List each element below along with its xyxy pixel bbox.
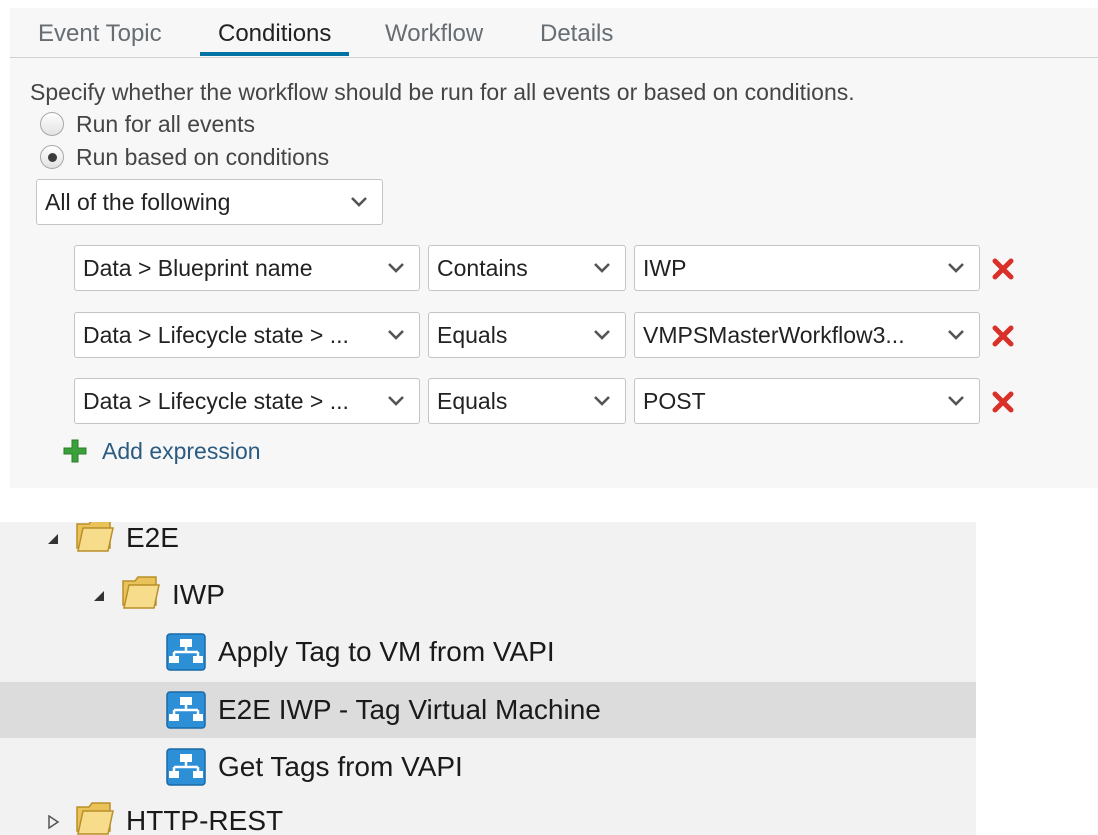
tree-item-label: E2E IWP - Tag Virtual Machine bbox=[218, 694, 601, 725]
tab-details[interactable]: Details bbox=[522, 18, 631, 56]
condition-field-value: Data > Lifecycle state > ... bbox=[83, 322, 349, 348]
subscription-editor-panel: Event Topic Conditions Workflow Details … bbox=[10, 8, 1098, 488]
chevron-down-icon bbox=[594, 396, 610, 406]
condition-field-select[interactable]: Data > Lifecycle state > ... bbox=[74, 312, 420, 358]
condition-operator-select[interactable]: Equals bbox=[428, 312, 626, 358]
chevron-down-icon bbox=[948, 263, 964, 273]
tree-item-workflow-selected[interactable]: E2E IWP - Tag Virtual Machine bbox=[0, 682, 976, 738]
chevron-down-icon bbox=[351, 197, 367, 207]
workflow-icon bbox=[166, 748, 206, 786]
workflow-icon bbox=[166, 691, 206, 729]
radio-button[interactable] bbox=[40, 112, 64, 136]
match-mode-select[interactable]: All of the following bbox=[36, 179, 383, 225]
tab-conditions[interactable]: Conditions bbox=[200, 18, 350, 56]
tree-node-label: E2E bbox=[126, 522, 179, 553]
chevron-down-icon bbox=[594, 330, 610, 340]
radio-label: Run for all events bbox=[76, 110, 255, 137]
condition-field-select[interactable]: Data > Blueprint name bbox=[74, 245, 420, 291]
workflow-icon bbox=[166, 633, 206, 671]
tab-bar: Event Topic Conditions Workflow Details bbox=[10, 8, 1098, 58]
match-mode-value: All of the following bbox=[45, 189, 231, 215]
condition-operator-select[interactable]: Contains bbox=[428, 245, 626, 291]
tab-workflow[interactable]: Workflow bbox=[367, 18, 501, 56]
plus-icon bbox=[63, 439, 87, 463]
condition-value-select[interactable]: IWP bbox=[634, 245, 980, 291]
folder-icon bbox=[122, 576, 160, 609]
chevron-down-icon bbox=[388, 396, 404, 406]
radio-button-selected[interactable] bbox=[40, 145, 64, 169]
folder-icon bbox=[76, 522, 114, 552]
tree-item-workflow[interactable]: Get Tags from VAPI bbox=[0, 739, 976, 795]
radio-run-based-on-conditions[interactable]: Run based on conditions bbox=[40, 142, 329, 172]
condition-operator-select[interactable]: Equals bbox=[428, 378, 626, 424]
chevron-down-icon bbox=[594, 263, 610, 273]
chevron-down-icon bbox=[388, 330, 404, 340]
condition-value: VMPSMasterWorkflow3... bbox=[643, 322, 905, 348]
remove-condition-icon[interactable] bbox=[991, 257, 1015, 281]
tree-node-e2e[interactable]: E2E bbox=[0, 522, 976, 566]
radio-label: Run based on conditions bbox=[76, 143, 330, 170]
workflow-tree: E2E IWP Apply Tag to VM from VAPI E2E IW… bbox=[0, 522, 976, 835]
condition-value: IWP bbox=[643, 255, 687, 281]
tree-node-http-rest[interactable]: HTTP-REST bbox=[0, 793, 976, 835]
condition-operator-value: Contains bbox=[437, 255, 528, 281]
tab-event-topic[interactable]: Event Topic bbox=[20, 18, 180, 56]
tree-node-label: HTTP-REST bbox=[126, 805, 284, 835]
tree-item-label: Apply Tag to VM from VAPI bbox=[218, 636, 555, 667]
expanded-triangle-icon[interactable] bbox=[46, 532, 60, 546]
tree-item-label: Get Tags from VAPI bbox=[218, 751, 463, 782]
expanded-triangle-icon[interactable] bbox=[92, 589, 106, 603]
collapsed-triangle-icon[interactable] bbox=[46, 815, 60, 829]
remove-condition-icon[interactable] bbox=[991, 390, 1015, 414]
tree-node-label: IWP bbox=[172, 579, 225, 610]
folder-icon bbox=[76, 802, 114, 835]
chevron-down-icon bbox=[388, 263, 404, 273]
condition-value-select[interactable]: POST bbox=[634, 378, 980, 424]
chevron-down-icon bbox=[948, 330, 964, 340]
condition-field-value: Data > Blueprint name bbox=[83, 255, 313, 281]
add-expression-link[interactable]: Add expression bbox=[62, 434, 261, 468]
condition-operator-value: Equals bbox=[437, 388, 508, 414]
radio-run-for-all-events[interactable]: Run for all events bbox=[40, 109, 255, 139]
chevron-down-icon bbox=[948, 396, 964, 406]
condition-operator-value: Equals bbox=[437, 322, 508, 348]
condition-field-value: Data > Lifecycle state > ... bbox=[83, 388, 349, 414]
tree-item-workflow[interactable]: Apply Tag to VM from VAPI bbox=[0, 624, 976, 680]
remove-condition-icon[interactable] bbox=[991, 324, 1015, 348]
page: Event Topic Conditions Workflow Details … bbox=[0, 0, 1098, 835]
condition-value-select[interactable]: VMPSMasterWorkflow3... bbox=[634, 312, 980, 358]
condition-value: POST bbox=[643, 388, 706, 414]
condition-field-select[interactable]: Data > Lifecycle state > ... bbox=[74, 378, 420, 424]
add-expression-label: Add expression bbox=[102, 437, 261, 464]
tree-node-iwp[interactable]: IWP bbox=[0, 567, 976, 623]
conditions-intro-text: Specify whether the workflow should be r… bbox=[30, 79, 855, 105]
